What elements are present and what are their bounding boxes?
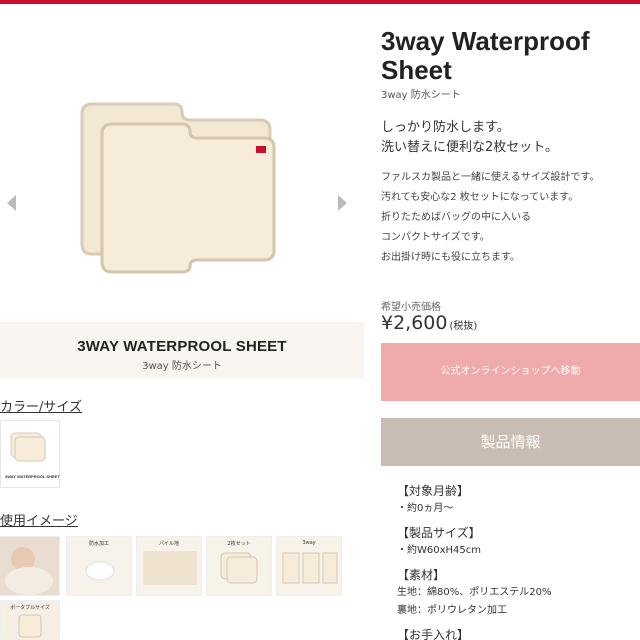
product-subtitle: 3way 防水シート: [381, 90, 461, 101]
product-description: ファルスカ製品と一緒に使えるサイズ設計です。 汚れても安心な2 枚セットになって…: [381, 168, 636, 268]
product-title: 3way Waterproof Sheet: [381, 26, 590, 85]
price: ¥2,600 (税抜): [381, 312, 477, 334]
usage-thumbnail[interactable]: ポータブルサイズ: [0, 600, 60, 640]
section-title-color-size: カラー/サイズ: [0, 400, 82, 415]
top-accent-bar: [0, 0, 640, 4]
price-tax: (税抜): [449, 321, 478, 332]
description-line: 折りたためばバッグの中に入いる: [381, 212, 531, 223]
online-shop-button[interactable]: 公式オンラインショップへ移動: [381, 343, 640, 401]
price-value: ¥2,600: [381, 312, 448, 334]
swatch-caption: 3WAY WATERPROOL SHEET: [5, 474, 60, 479]
thumbnail-label: パイル地: [158, 541, 179, 547]
banner-subtitle: 3way 防水シート: [142, 361, 222, 372]
product-image: [78, 102, 278, 274]
description-line: 汚れても安心な2 枚セットになっています。: [381, 192, 579, 203]
usage-thumbnail[interactable]: 防水加工: [66, 536, 132, 596]
section-title-usage-image: 使用イメージ: [0, 514, 78, 529]
usage-thumbnail[interactable]: パイル地: [136, 536, 202, 596]
catch-line: しっかり防水します。: [381, 120, 510, 135]
thumbnail-label: 3way: [302, 540, 316, 546]
info-item-heading: 【製品サイズ】: [397, 526, 481, 540]
info-item-value: 裏地：ポリウレタン加工: [397, 605, 507, 616]
usage-thumbnail[interactable]: 3way: [276, 536, 342, 596]
usage-thumbnail[interactable]: [0, 536, 60, 596]
thumbnail-label: ポータブルサイズ: [10, 605, 50, 611]
product-banner: 3WAY WATERPROOL SHEET 3way 防水シート: [0, 322, 364, 378]
product-catchcopy: しっかり防水します。 洗い替えに便利な2枚セット。: [381, 118, 631, 158]
banner-title: 3WAY WATERPROOL SHEET: [77, 338, 287, 355]
chevron-right-icon[interactable]: [336, 192, 350, 214]
info-item-heading: 【対象月齢】: [397, 484, 470, 498]
chevron-left-icon[interactable]: [4, 192, 18, 214]
product-info-heading: 製品情報: [381, 418, 640, 466]
info-item-heading: 【素材】: [397, 568, 446, 582]
info-item-heading: 【お手入れ】: [397, 628, 470, 640]
catch-line: 洗い替えに便利な2枚セット。: [381, 140, 559, 155]
price-label: 希望小売価格: [381, 302, 441, 313]
description-line: コンパクトサイズです。: [381, 232, 490, 243]
thumbnail-label: 防水加工: [88, 541, 109, 547]
info-item-value: ・約0ヵ月〜: [397, 503, 454, 514]
product-info-body: 【対象月齢】 ・約0ヵ月〜 【製品サイズ】 ・約W60xH45cm 【素材】 生…: [397, 476, 637, 640]
description-line: お出掛け時にも役に立ちます。: [381, 252, 520, 263]
product-info-panel: 製品情報 【対象月齢】 ・約0ヵ月〜 【製品サイズ】 ・約W60xH45cm 【…: [381, 418, 640, 640]
description-line: ファルスカ製品と一緒に使えるサイズ設計です。: [381, 172, 600, 183]
usage-thumbnail[interactable]: 2枚セット: [206, 536, 272, 596]
product-gallery: [0, 22, 364, 312]
info-item-value: ・約W60xH45cm: [397, 545, 482, 556]
color-swatch[interactable]: 3WAY WATERPROOL SHEET: [0, 420, 60, 488]
thumbnail-label: 2枚セット: [227, 541, 251, 547]
info-item-value: 生地：綿80%、ポリエステル20%: [397, 587, 552, 598]
